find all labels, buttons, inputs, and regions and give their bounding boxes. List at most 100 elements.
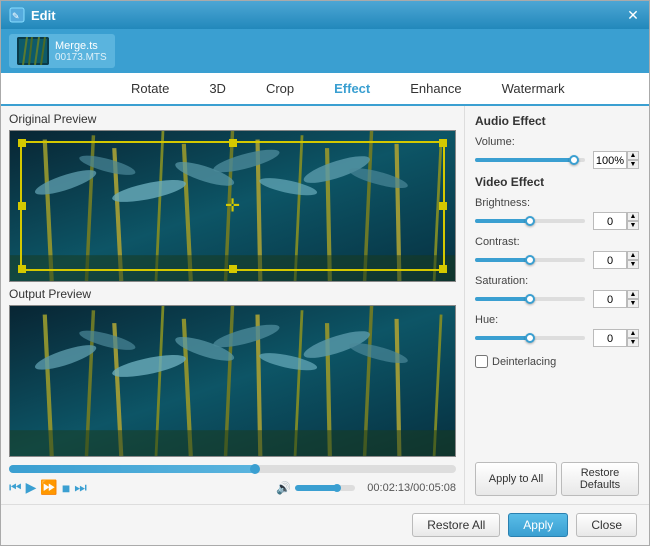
saturation-label: Saturation:: [475, 275, 547, 287]
crop-handle-tl[interactable]: [18, 139, 26, 147]
brightness-slider-row: 0 ▲ ▼: [475, 212, 639, 230]
timeline-fill: [9, 465, 255, 473]
original-preview-label: Original Preview: [9, 112, 456, 126]
volume-thumb-track[interactable]: [569, 155, 579, 165]
contrast-down-btn[interactable]: ▼: [627, 260, 639, 269]
contrast-fill: [475, 258, 530, 262]
saturation-track: [475, 297, 585, 301]
fast-forward-button[interactable]: ⏩: [40, 479, 57, 496]
saturation-slider-container[interactable]: [475, 292, 585, 306]
brightness-spinner: ▲ ▼: [627, 212, 639, 230]
saturation-value: 0: [593, 290, 627, 308]
skip-forward-button[interactable]: ⏭: [74, 479, 87, 496]
action-row-1: Apply to All Restore Defaults: [475, 462, 639, 496]
volume-label: Volume:: [475, 136, 547, 148]
timeline-thumb[interactable]: [250, 464, 260, 474]
contrast-control: Contrast: 0 ▲ ▼: [475, 236, 639, 269]
close-dialog-button[interactable]: Close: [576, 513, 637, 537]
saturation-down-btn[interactable]: ▼: [627, 299, 639, 308]
volume-thumb: [333, 484, 341, 492]
saturation-thumb[interactable]: [525, 294, 535, 304]
main-content: Original Preview: [1, 106, 649, 504]
deinterlacing-checkbox[interactable]: [475, 355, 488, 368]
file-name-mts: 00173.MTS: [55, 52, 107, 63]
file-bar: Merge.ts 00173.MTS: [1, 29, 649, 73]
saturation-fill: [475, 297, 530, 301]
tab-crop[interactable]: Crop: [246, 73, 314, 106]
saturation-value-box: 0 ▲ ▼: [593, 290, 639, 308]
brightness-slider-container[interactable]: [475, 214, 585, 228]
time-display: 00:02:13/00:05:08: [367, 482, 456, 494]
apply-button[interactable]: Apply: [508, 513, 568, 537]
skip-back-button[interactable]: ⏮: [9, 479, 22, 496]
restore-all-button[interactable]: Restore All: [412, 513, 500, 537]
tab-watermark[interactable]: Watermark: [482, 73, 585, 106]
crop-overlay: ✛: [20, 141, 445, 271]
hue-up-btn[interactable]: ▲: [627, 329, 639, 338]
tab-rotate[interactable]: Rotate: [111, 73, 189, 106]
output-scene: [10, 306, 455, 456]
crop-handle-bl[interactable]: [18, 265, 26, 273]
brightness-value: 0: [593, 212, 627, 230]
play-button[interactable]: ▶: [26, 479, 37, 496]
tabs-bar: Rotate 3D Crop Effect Enhance Watermark: [1, 73, 649, 106]
contrast-thumb[interactable]: [525, 255, 535, 265]
volume-slider-container[interactable]: [475, 153, 585, 167]
brightness-down-btn[interactable]: ▼: [627, 221, 639, 230]
crop-handle-tm[interactable]: [229, 139, 237, 147]
brightness-label-row: Brightness:: [475, 197, 639, 209]
volume-row: Volume:: [475, 136, 639, 148]
bottom-bar: Restore All Apply Close: [1, 504, 649, 545]
contrast-spinner: ▲ ▼: [627, 251, 639, 269]
close-button[interactable]: ✕: [625, 7, 641, 23]
crop-handle-br[interactable]: [439, 265, 447, 273]
brightness-value-box: 0 ▲ ▼: [593, 212, 639, 230]
crop-handle-lm[interactable]: [18, 202, 26, 210]
saturation-slider-row: 0 ▲ ▼: [475, 290, 639, 308]
hue-slider-container[interactable]: [475, 331, 585, 345]
contrast-track: [475, 258, 585, 262]
tab-3d[interactable]: 3D: [189, 73, 246, 106]
restore-defaults-button[interactable]: Restore Defaults: [561, 462, 639, 496]
edit-window: ✎ Edit ✕ Merge.ts 00173.MTS: [0, 0, 650, 546]
crop-handle-bm[interactable]: [229, 265, 237, 273]
contrast-up-btn[interactable]: ▲: [627, 251, 639, 260]
audio-effect-title: Audio Effect: [475, 114, 639, 128]
timeline-bar[interactable]: [9, 465, 456, 473]
volume-icon: 🔊: [276, 481, 291, 495]
svg-text:✎: ✎: [12, 11, 20, 21]
bottom-right-buttons: Restore All Apply Close: [412, 513, 637, 537]
brightness-track: [475, 219, 585, 223]
contrast-value-box: 0 ▲ ▼: [593, 251, 639, 269]
apply-to-all-button[interactable]: Apply to All: [475, 462, 557, 496]
file-thumbnail: [17, 37, 49, 65]
saturation-up-btn[interactable]: ▲: [627, 290, 639, 299]
volume-fill-track: [475, 158, 574, 162]
right-panel: Audio Effect Volume: 100% ▲: [464, 106, 649, 504]
brightness-up-btn[interactable]: ▲: [627, 212, 639, 221]
deinterlacing-label[interactable]: Deinterlacing: [492, 356, 556, 368]
crop-handle-rm[interactable]: [439, 202, 447, 210]
title-bar: ✎ Edit ✕: [1, 1, 649, 29]
contrast-slider-container[interactable]: [475, 253, 585, 267]
stop-button[interactable]: ■: [62, 480, 70, 496]
hue-label: Hue:: [475, 314, 547, 326]
hue-control: Hue: 0 ▲ ▼: [475, 314, 639, 347]
volume-down-btn[interactable]: ▼: [627, 160, 639, 169]
output-preview-label: Output Preview: [9, 287, 456, 301]
brightness-control: Brightness: 0 ▲ ▼: [475, 197, 639, 230]
volume-up-btn[interactable]: ▲: [627, 151, 639, 160]
volume-value-box: 100% ▲ ▼: [593, 151, 639, 169]
brightness-label: Brightness:: [475, 197, 547, 209]
hue-down-btn[interactable]: ▼: [627, 338, 639, 347]
brightness-thumb[interactable]: [525, 216, 535, 226]
volume-slider[interactable]: [295, 485, 355, 491]
app-icon: ✎: [9, 7, 25, 23]
crop-handle-tr[interactable]: [439, 139, 447, 147]
output-preview-box: [9, 305, 456, 457]
hue-thumb[interactable]: [525, 333, 535, 343]
tab-enhance[interactable]: Enhance: [390, 73, 481, 106]
timeline-area: [9, 457, 456, 477]
tab-effect[interactable]: Effect: [314, 73, 390, 106]
file-item[interactable]: Merge.ts 00173.MTS: [9, 34, 115, 68]
